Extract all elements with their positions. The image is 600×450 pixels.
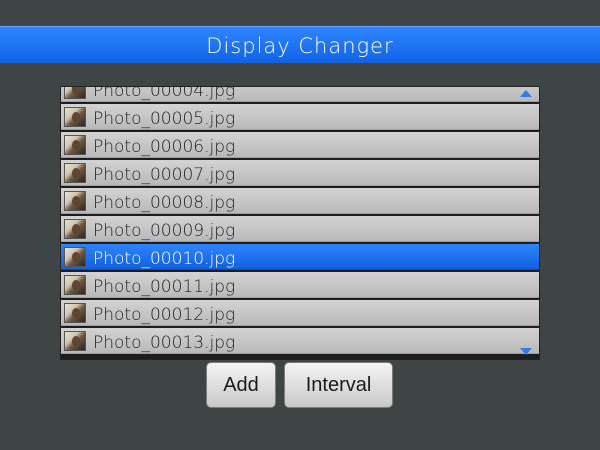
file-name: Photo_00006.jpg: [93, 136, 236, 157]
list-item[interactable]: Photo_00012.jpg: [61, 300, 539, 326]
file-name: Photo_00012.jpg: [93, 304, 236, 325]
list-item[interactable]: Photo_00007.jpg: [61, 160, 539, 186]
photo-thumbnail: [64, 87, 86, 99]
file-name: Photo_00004.jpg: [93, 86, 236, 101]
file-name: Photo_00007.jpg: [93, 164, 236, 185]
photo-thumbnail: [64, 246, 86, 267]
file-name: Photo_00005.jpg: [93, 108, 236, 129]
list-item[interactable]: Photo_00004.jpg: [61, 86, 539, 102]
photo-thumbnail: [64, 190, 86, 211]
photo-thumbnail: [64, 106, 86, 127]
file-name: Photo_00011.jpg: [93, 276, 236, 297]
photo-list[interactable]: Photo_00004.jpg Photo_00005.jpg Photo_00…: [60, 86, 540, 360]
photo-thumbnail: [64, 134, 86, 155]
list-item[interactable]: Photo_00013.jpg: [61, 328, 539, 354]
list-item[interactable]: Photo_00006.jpg: [61, 132, 539, 158]
file-name: Photo_00010.jpg: [93, 248, 236, 269]
photo-thumbnail: [64, 274, 86, 295]
file-name: Photo_00013.jpg: [93, 332, 236, 353]
list-item[interactable]: Photo_00009.jpg: [61, 216, 539, 242]
interval-button[interactable]: Interval: [284, 362, 393, 408]
app-title: Display Changer: [206, 34, 394, 58]
list-item-selected[interactable]: Photo_00010.jpg: [61, 244, 539, 270]
title-bar: Display Changer: [0, 26, 600, 64]
photo-thumbnail: [64, 330, 86, 351]
file-name: Photo_00008.jpg: [93, 192, 236, 213]
photo-list-items: Photo_00004.jpg Photo_00005.jpg Photo_00…: [61, 86, 539, 356]
scroll-down-icon[interactable]: [520, 348, 532, 355]
photo-thumbnail: [64, 302, 86, 323]
list-item[interactable]: Photo_00008.jpg: [61, 188, 539, 214]
photo-thumbnail: [64, 218, 86, 239]
scroll-up-icon[interactable]: [520, 90, 532, 97]
photo-thumbnail: [64, 162, 86, 183]
file-name: Photo_00009.jpg: [93, 220, 236, 241]
add-button[interactable]: Add: [206, 362, 276, 408]
list-item[interactable]: Photo_00005.jpg: [61, 104, 539, 130]
list-item[interactable]: Photo_00011.jpg: [61, 272, 539, 298]
